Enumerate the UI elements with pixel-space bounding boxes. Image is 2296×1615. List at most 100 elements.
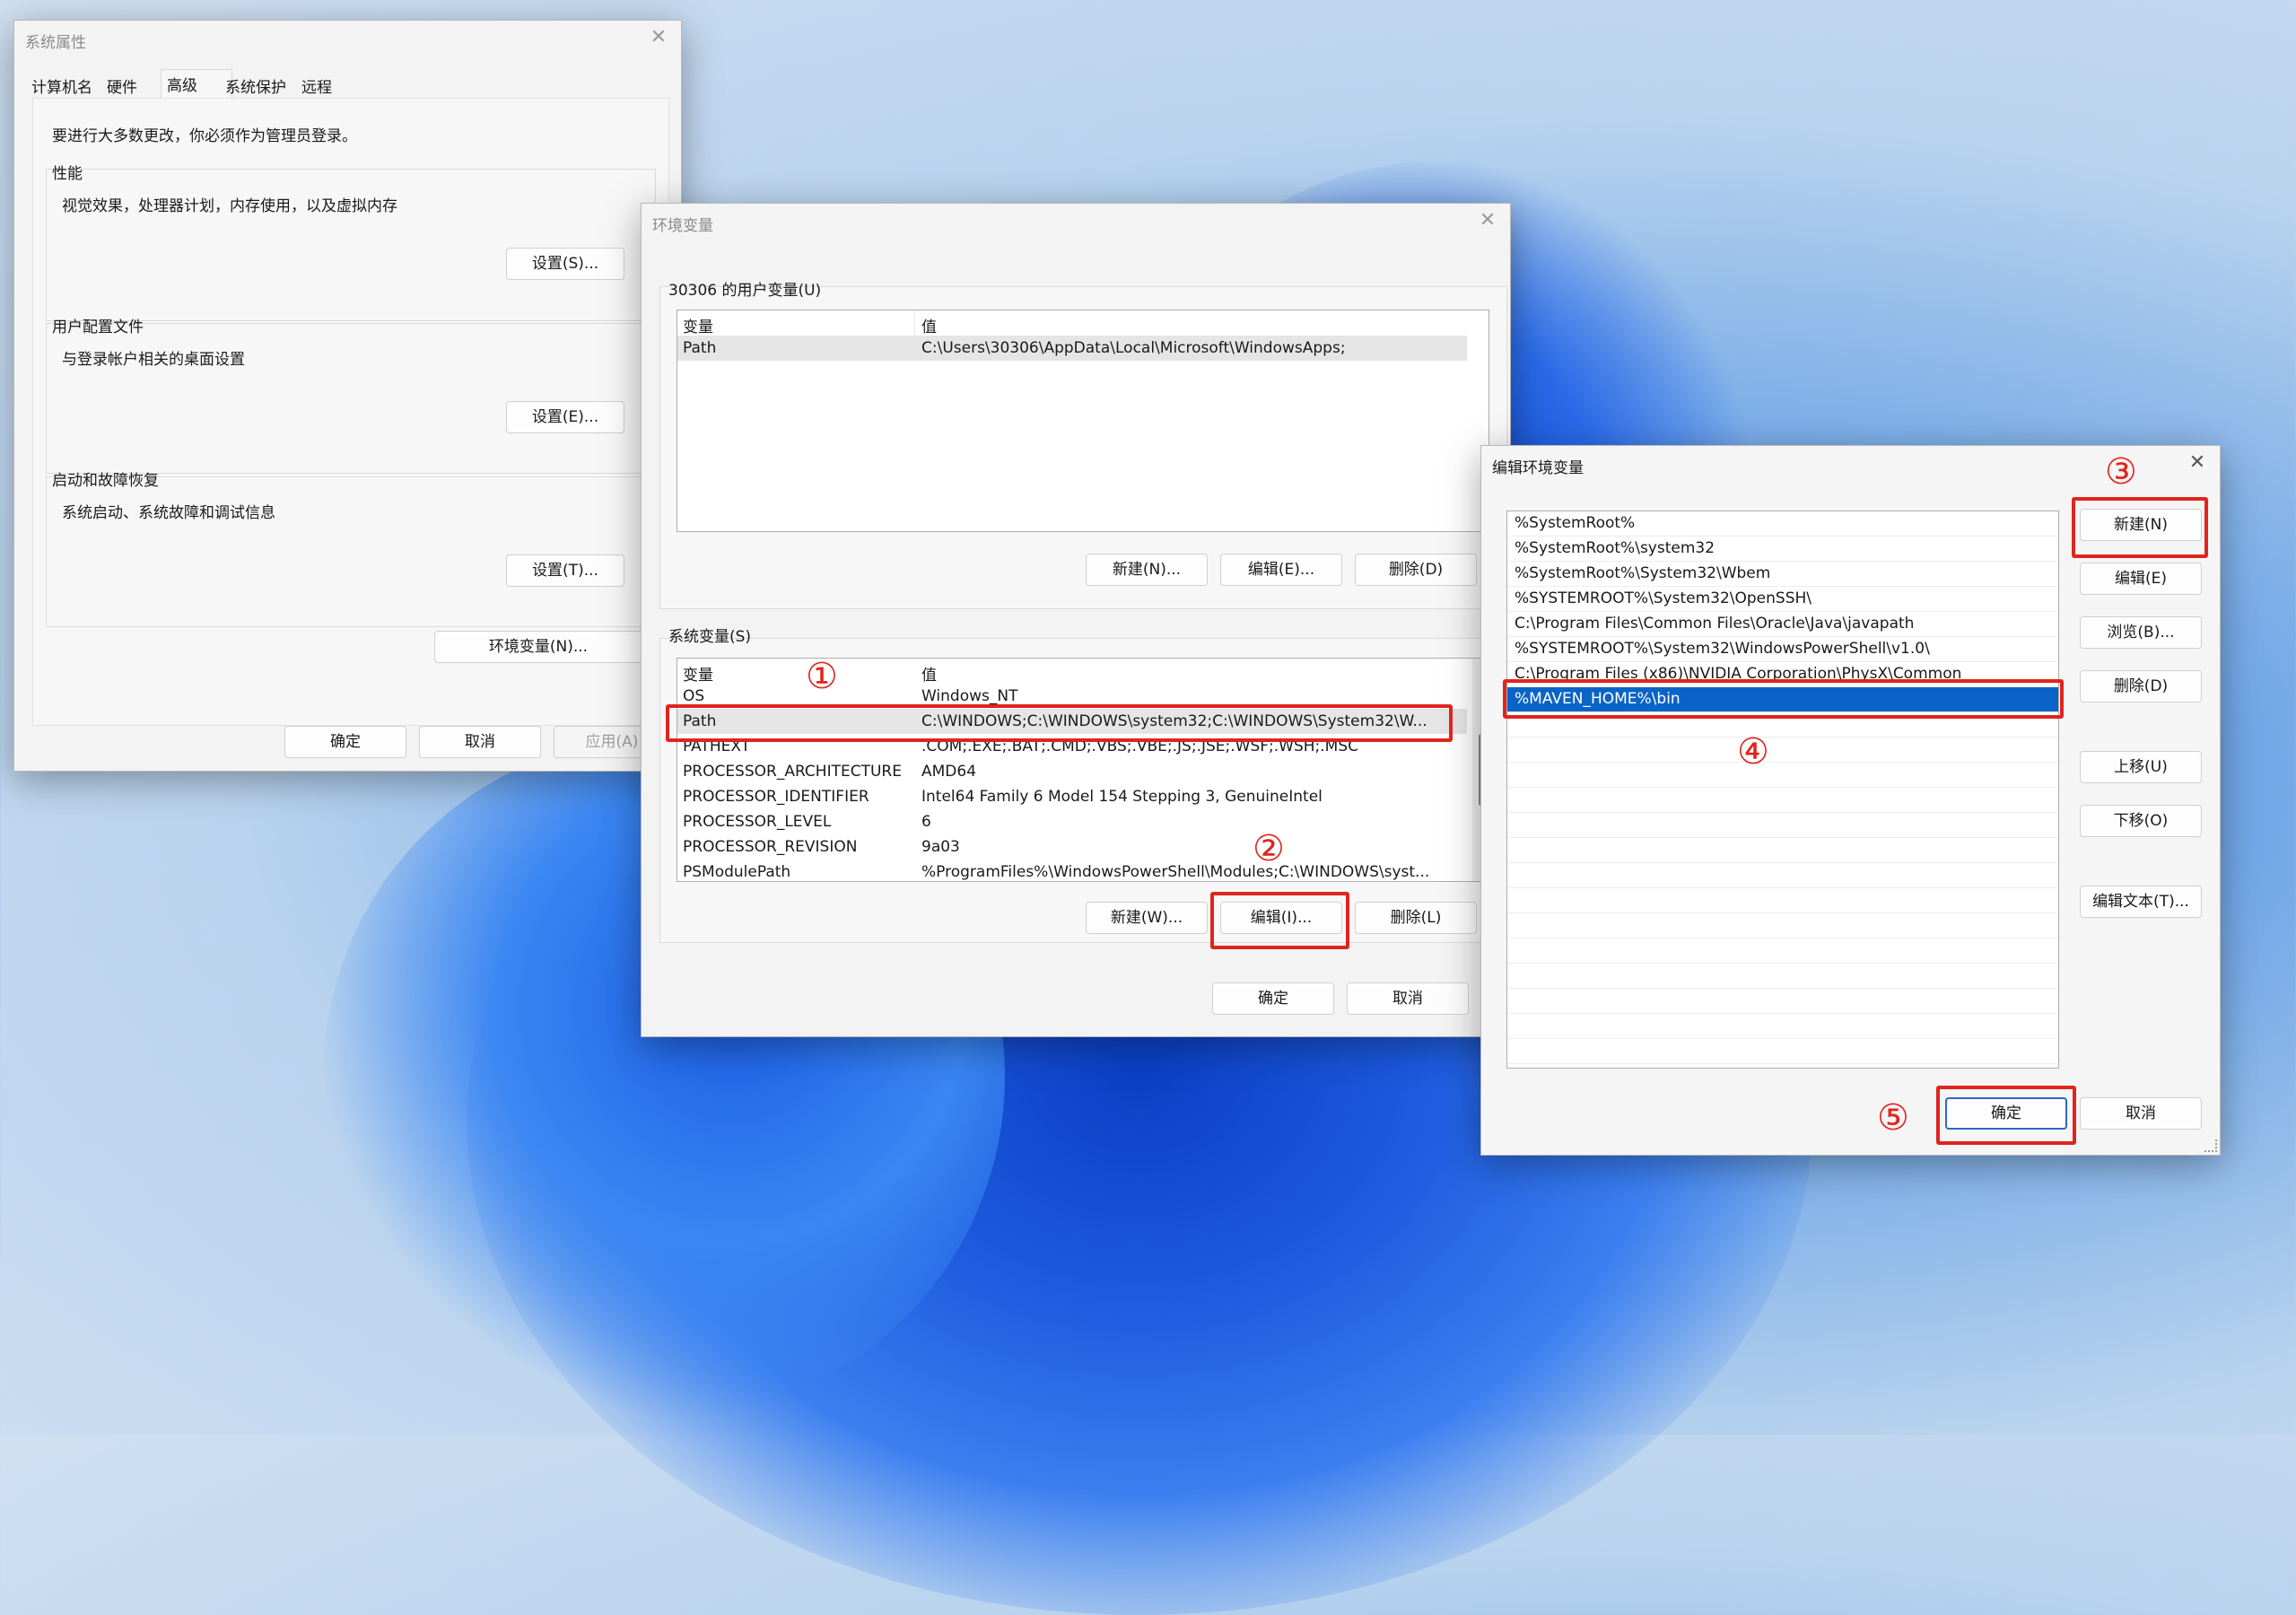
performance-group [46,169,656,321]
table-row[interactable]: Path C:\Users\30306\AppData\Local\Micros… [677,336,1467,361]
list-item[interactable]: C:\Program Files\Common Files\Oracle\Jav… [1507,612,2058,637]
empty-row [1507,813,2058,838]
tab-computer-name[interactable]: 计算机名 [31,74,92,97]
annotation-step-4: ④ [1737,731,1769,773]
empty-row [1507,1014,2058,1039]
annotation-step-1: ① [806,656,838,697]
path-edit-text-button[interactable]: 编辑文本(T)... [2080,886,2202,918]
empty-row [1507,763,2058,788]
list-item[interactable]: %SystemRoot% [1507,511,2058,537]
table-row[interactable]: PROCESSOR_ARCHITECTURE AMD64 [677,759,1488,784]
col-value-header[interactable]: 值 [921,662,937,685]
user-vars-header: 变量 值 [677,310,1488,336]
highlight-maven-entry [1503,679,2064,719]
user-vars-label: 30306 的用户变量(U) [668,282,822,300]
startup-settings-button[interactable]: 设置(T)... [506,554,624,587]
list-item[interactable]: %SystemRoot%\System32\Wbem [1507,562,2058,587]
highlight-ok-button [1936,1086,2076,1145]
path-delete-button[interactable]: 删除(D) [2080,670,2202,703]
performance-label: 性能 [52,165,83,183]
tab-hardware[interactable]: 硬件 [107,74,137,97]
path-move-up-button[interactable]: 上移(U) [2080,751,2202,783]
envvars-titlebar: 环境变量 ✕ [642,204,1510,240]
path-edit-button[interactable]: 编辑(E) [2080,563,2202,595]
profile-settings-button[interactable]: 设置(E)... [506,401,624,433]
user-new-button[interactable]: 新建(N)... [1086,554,1208,586]
sys-var-value: 6 [921,813,931,831]
sys-var-name: PROCESSOR_ARCHITECTURE [683,763,902,781]
col-value-header[interactable]: 值 [921,314,937,336]
sys-var-value: 9a03 [921,838,960,856]
startup-recovery-desc: 系统启动、系统故障和调试信息 [62,504,275,522]
editenv-cancel-button[interactable]: 取消 [2080,1097,2202,1130]
environment-variables-dialog: 环境变量 ✕ 30306 的用户变量(U) 变量 值 Path C:\Users… [641,203,1511,1037]
highlight-edit-button [1210,892,1349,949]
environment-variables-button[interactable]: 环境变量(N)... [434,631,642,663]
col-variable-header[interactable]: 变量 [683,314,713,336]
empty-row [1507,788,2058,813]
empty-row [1507,863,2058,888]
table-row[interactable]: PROCESSOR_IDENTIFIER Intel64 Family 6 Mo… [677,784,1488,809]
empty-row [1507,1039,2058,1064]
envvars-title: 环境变量 [652,217,713,235]
col-variable-header[interactable]: 变量 [683,662,713,685]
sys-var-value: %ProgramFiles%\WindowsPowerShell\Modules… [921,863,1430,881]
table-row[interactable]: PROCESSOR_REVISION 9a03 [677,834,1488,860]
highlight-path-row [666,704,1453,742]
envvars-cancel-button[interactable]: 取消 [1347,982,1469,1015]
system-new-button[interactable]: 新建(W)... [1086,902,1208,934]
empty-row [1507,989,2058,1014]
tab-system-protection[interactable]: 系统保护 [225,74,286,97]
table-row[interactable]: PSModulePath %ProgramFiles%\WindowsPower… [677,860,1488,881]
highlight-new-button [2072,497,2208,558]
resize-grip-icon[interactable] [2204,1139,2217,1152]
performance-settings-button[interactable]: 设置(S)... [506,248,624,280]
user-profile-desc: 与登录帐户相关的桌面设置 [62,351,245,369]
sysprops-titlebar: 系统属性 ✕ [14,21,681,57]
empty-row [1507,888,2058,913]
tab-remote[interactable]: 远程 [301,74,332,97]
sys-var-name: PROCESSOR_LEVEL [683,813,832,831]
annotation-step-5: ⑤ [1877,1097,1909,1139]
sys-var-name: PROCESSOR_IDENTIFIER [683,788,869,806]
system-delete-button[interactable]: 删除(L) [1355,902,1477,934]
user-edit-button[interactable]: 编辑(E)... [1220,554,1342,586]
close-icon[interactable]: ✕ [645,24,672,51]
list-item[interactable]: %SYSTEMROOT%\System32\OpenSSH\ [1507,587,2058,612]
system-vars-header: 变量 值 [677,659,1488,685]
sys-var-value: AMD64 [921,763,977,781]
path-entries-list[interactable]: %SystemRoot% %SystemRoot%\system32 %Syst… [1506,511,2059,1069]
sysprops-title: 系统属性 [25,34,86,52]
path-browse-button[interactable]: 浏览(B)... [2080,616,2202,649]
user-delete-button[interactable]: 删除(D) [1355,554,1477,586]
admin-note: 要进行大多数更改，你必须作为管理员登录。 [52,127,357,145]
envvars-ok-button[interactable]: 确定 [1212,982,1334,1015]
user-vars-list[interactable]: 变量 值 Path C:\Users\30306\AppData\Local\M… [677,310,1489,532]
sys-var-value: Windows_NT [921,687,1018,705]
sysprops-cancel-button[interactable]: 取消 [419,726,541,758]
tab-advanced[interactable]: 高级 [167,73,197,95]
system-properties-dialog: 系统属性 ✕ 计算机名 硬件 高级 系统保护 远程 要进行大多数更改，你必须作为… [13,20,682,772]
user-profile-label: 用户配置文件 [52,319,144,336]
system-vars-label: 系统变量(S) [668,628,752,646]
close-icon[interactable]: ✕ [2184,450,2211,476]
user-var-name: Path [683,339,717,357]
list-item[interactable]: %SYSTEMROOT%\System32\WindowsPowerShell\… [1507,637,2058,662]
annotation-step-2: ② [1253,828,1285,869]
system-vars-list[interactable]: 变量 值 OS Windows_NT Path C:\WINDOWS;C:\WI… [677,658,1489,882]
list-item[interactable]: %SystemRoot%\system32 [1507,537,2058,562]
empty-row [1507,964,2058,989]
sys-var-name: PROCESSOR_REVISION [683,838,858,856]
sys-var-name: OS [683,687,705,705]
close-icon[interactable]: ✕ [1474,207,1501,234]
sys-var-value: Intel64 Family 6 Model 154 Stepping 3, G… [921,788,1323,806]
table-row[interactable]: PROCESSOR_LEVEL 6 [677,809,1488,834]
editenv-title: 编辑环境变量 [1492,459,1584,477]
user-var-value: C:\Users\30306\AppData\Local\Microsoft\W… [921,339,1346,357]
startup-recovery-label: 启动和故障恢复 [52,472,159,490]
empty-row [1507,738,2058,763]
annotation-step-3: ③ [2105,451,2137,493]
sysprops-ok-button[interactable]: 确定 [284,726,406,758]
path-move-down-button[interactable]: 下移(O) [2080,805,2202,837]
performance-desc: 视觉效果，处理器计划，内存使用，以及虚拟内存 [62,197,397,215]
